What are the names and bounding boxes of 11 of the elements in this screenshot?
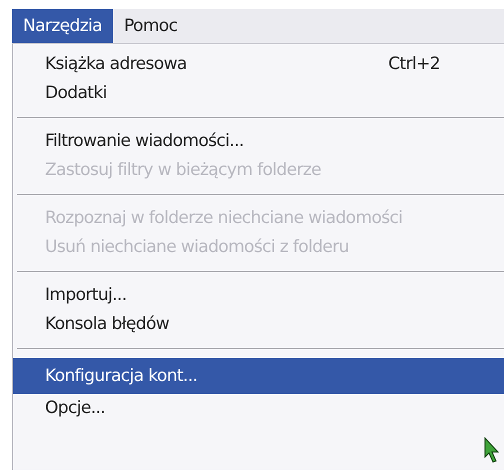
- menu-item[interactable]: Filtrowanie wiadomości...: [13, 127, 504, 156]
- menu-item[interactable]: Książka adresowa Ctrl+2: [13, 50, 504, 79]
- menu-item[interactable]: Konfiguracja kont...: [13, 358, 504, 394]
- menubar-item[interactable]: Pomoc: [112, 9, 188, 43]
- menu-item[interactable]: Importuj...: [13, 281, 504, 310]
- mouse-pointer-icon: [484, 437, 500, 463]
- menu-item[interactable]: Dodatki: [13, 79, 504, 108]
- shortcut-label: Ctrl+2: [388, 53, 440, 76]
- menu-item[interactable]: Konsola błędów: [13, 310, 504, 339]
- menu-item[interactable]: Opcje...: [13, 394, 504, 423]
- menubar-item[interactable]: Narzędzia: [12, 9, 113, 43]
